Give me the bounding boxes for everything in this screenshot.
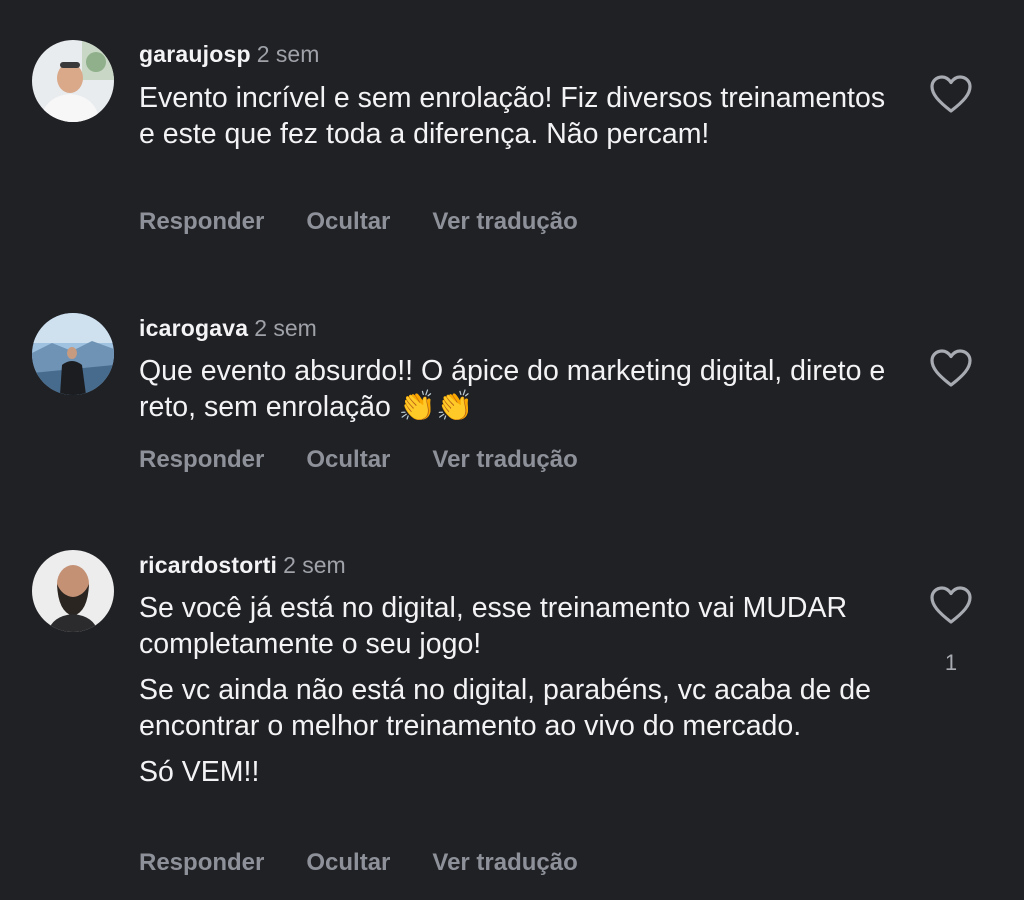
translate-button[interactable]: Ver tradução bbox=[432, 849, 577, 876]
heart-outline-icon bbox=[930, 349, 972, 387]
reply-button[interactable]: Responder bbox=[139, 446, 264, 473]
like-count: 1 bbox=[944, 650, 958, 675]
reply-button[interactable]: Responder bbox=[139, 208, 264, 235]
comment-paragraph: Que evento absurdo!! O ápice do marketin… bbox=[139, 353, 899, 425]
comment-header: garaujosp 2 sem bbox=[139, 40, 319, 68]
clapping-hands-emoji: 👏👏 bbox=[398, 389, 474, 424]
avatar[interactable] bbox=[32, 550, 114, 632]
timestamp: 2 sem bbox=[254, 315, 317, 341]
translate-button[interactable]: Ver tradução bbox=[432, 446, 577, 473]
timestamp: 2 sem bbox=[256, 41, 320, 67]
comment-header: ricardostorti 2 sem bbox=[139, 551, 346, 579]
hide-button[interactable]: Ocultar bbox=[306, 849, 390, 876]
like-button[interactable] bbox=[928, 347, 974, 389]
avatar[interactable] bbox=[32, 313, 114, 395]
comment-paragraph: Se vc ainda não está no digital, parabén… bbox=[139, 674, 872, 742]
translate-button[interactable]: Ver tradução bbox=[432, 208, 577, 235]
comment-header: icarogava 2 sem bbox=[139, 314, 317, 342]
timestamp: 2 sem bbox=[283, 552, 346, 578]
heart-outline-icon bbox=[930, 75, 972, 113]
comment-actions: Responder Ocultar Ver tradução bbox=[139, 207, 620, 237]
like-button[interactable] bbox=[928, 584, 974, 626]
username[interactable]: icarogava bbox=[139, 315, 248, 341]
comment-text: Se você já está no digital, esse treinam… bbox=[139, 590, 899, 800]
avatar[interactable] bbox=[32, 40, 114, 122]
comment-actions: Responder Ocultar Ver tradução bbox=[139, 445, 620, 475]
like-button[interactable] bbox=[928, 73, 974, 115]
comment-text: Evento incrível e sem enrolação! Fiz div… bbox=[139, 80, 899, 162]
hide-button[interactable]: Ocultar bbox=[306, 446, 390, 473]
username[interactable]: garaujosp bbox=[139, 41, 251, 67]
comment-paragraph: Evento incrível e sem enrolação! Fiz div… bbox=[139, 82, 886, 150]
hide-button[interactable]: Ocultar bbox=[306, 208, 390, 235]
username[interactable]: ricardostorti bbox=[139, 552, 277, 578]
reply-button[interactable]: Responder bbox=[139, 849, 264, 876]
comment-paragraph: Se você já está no digital, esse treinam… bbox=[139, 592, 848, 660]
comment-actions: Responder Ocultar Ver tradução bbox=[139, 848, 620, 878]
comment-paragraph-text: Que evento absurdo!! O ápice do marketin… bbox=[139, 355, 886, 423]
comment-paragraph: Só VEM!! bbox=[139, 756, 260, 788]
heart-outline-icon bbox=[930, 586, 972, 624]
comment-text: Que evento absurdo!! O ápice do marketin… bbox=[139, 353, 899, 435]
